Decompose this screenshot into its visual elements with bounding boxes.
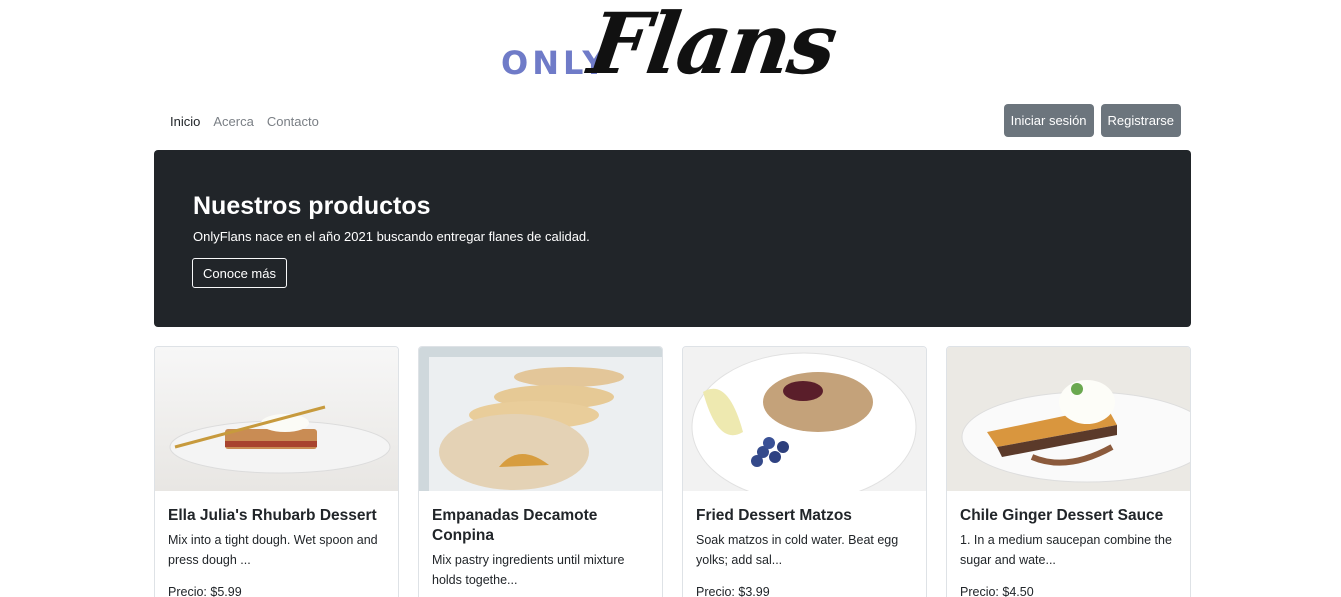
hero-description: OnlyFlans nace en el año 2021 buscando e…: [193, 229, 590, 244]
site-logo: ONLY Flans: [0, 0, 1341, 100]
product-title: Empanadas Decamote Conpina: [432, 507, 598, 544]
hero-title: Nuestros productos: [193, 192, 431, 220]
register-button[interactable]: Registrarse: [1100, 104, 1181, 137]
product-price: Precio: $5.99: [168, 585, 242, 597]
nav-link-contacto[interactable]: Contacto: [267, 114, 319, 129]
learn-more-button[interactable]: Conoce más: [192, 258, 287, 288]
product-image: [683, 347, 926, 491]
product-image: [155, 347, 398, 491]
hero-banner: Nuestros productos OnlyFlans nace en el …: [154, 150, 1191, 327]
product-card[interactable]: Empanadas Decamote Conpina Mix pastry in…: [418, 346, 663, 597]
nav-link-inicio[interactable]: Inicio: [170, 114, 200, 129]
product-description: Mix into a tight dough. Wet spoon and pr…: [168, 533, 378, 567]
product-description: 1. In a medium saucepan combine the suga…: [960, 533, 1172, 567]
login-button[interactable]: Iniciar sesión: [1003, 104, 1094, 137]
product-price: Precio: $4.50: [960, 585, 1034, 597]
product-card[interactable]: Ella Julia's Rhubarb Dessert Mix into a …: [154, 346, 399, 597]
product-card[interactable]: Chile Ginger Dessert Sauce 1. In a mediu…: [946, 346, 1191, 597]
product-card[interactable]: Fried Dessert Matzos Soak matzos in cold…: [682, 346, 927, 597]
product-grid: Ella Julia's Rhubarb Dessert Mix into a …: [154, 346, 1191, 597]
product-title: Ella Julia's Rhubarb Dessert: [168, 507, 377, 524]
product-image: [947, 347, 1190, 491]
nav-links: Inicio Acerca Contacto: [170, 114, 319, 129]
product-price: Precio: $3.99: [696, 585, 770, 597]
product-description: Soak matzos in cold water. Beat egg yolk…: [696, 533, 899, 567]
product-title: Chile Ginger Dessert Sauce: [960, 507, 1164, 524]
logo-flans-text: Flans: [583, 0, 842, 93]
auth-buttons: Iniciar sesión Registrarse: [1003, 104, 1181, 137]
product-title: Fried Dessert Matzos: [696, 507, 852, 524]
product-image: [419, 347, 662, 491]
main-navbar: Inicio Acerca Contacto Iniciar sesión Re…: [154, 104, 1191, 138]
product-description: Mix pastry ingredients until mixture hol…: [432, 553, 625, 587]
nav-link-acerca[interactable]: Acerca: [213, 114, 253, 129]
